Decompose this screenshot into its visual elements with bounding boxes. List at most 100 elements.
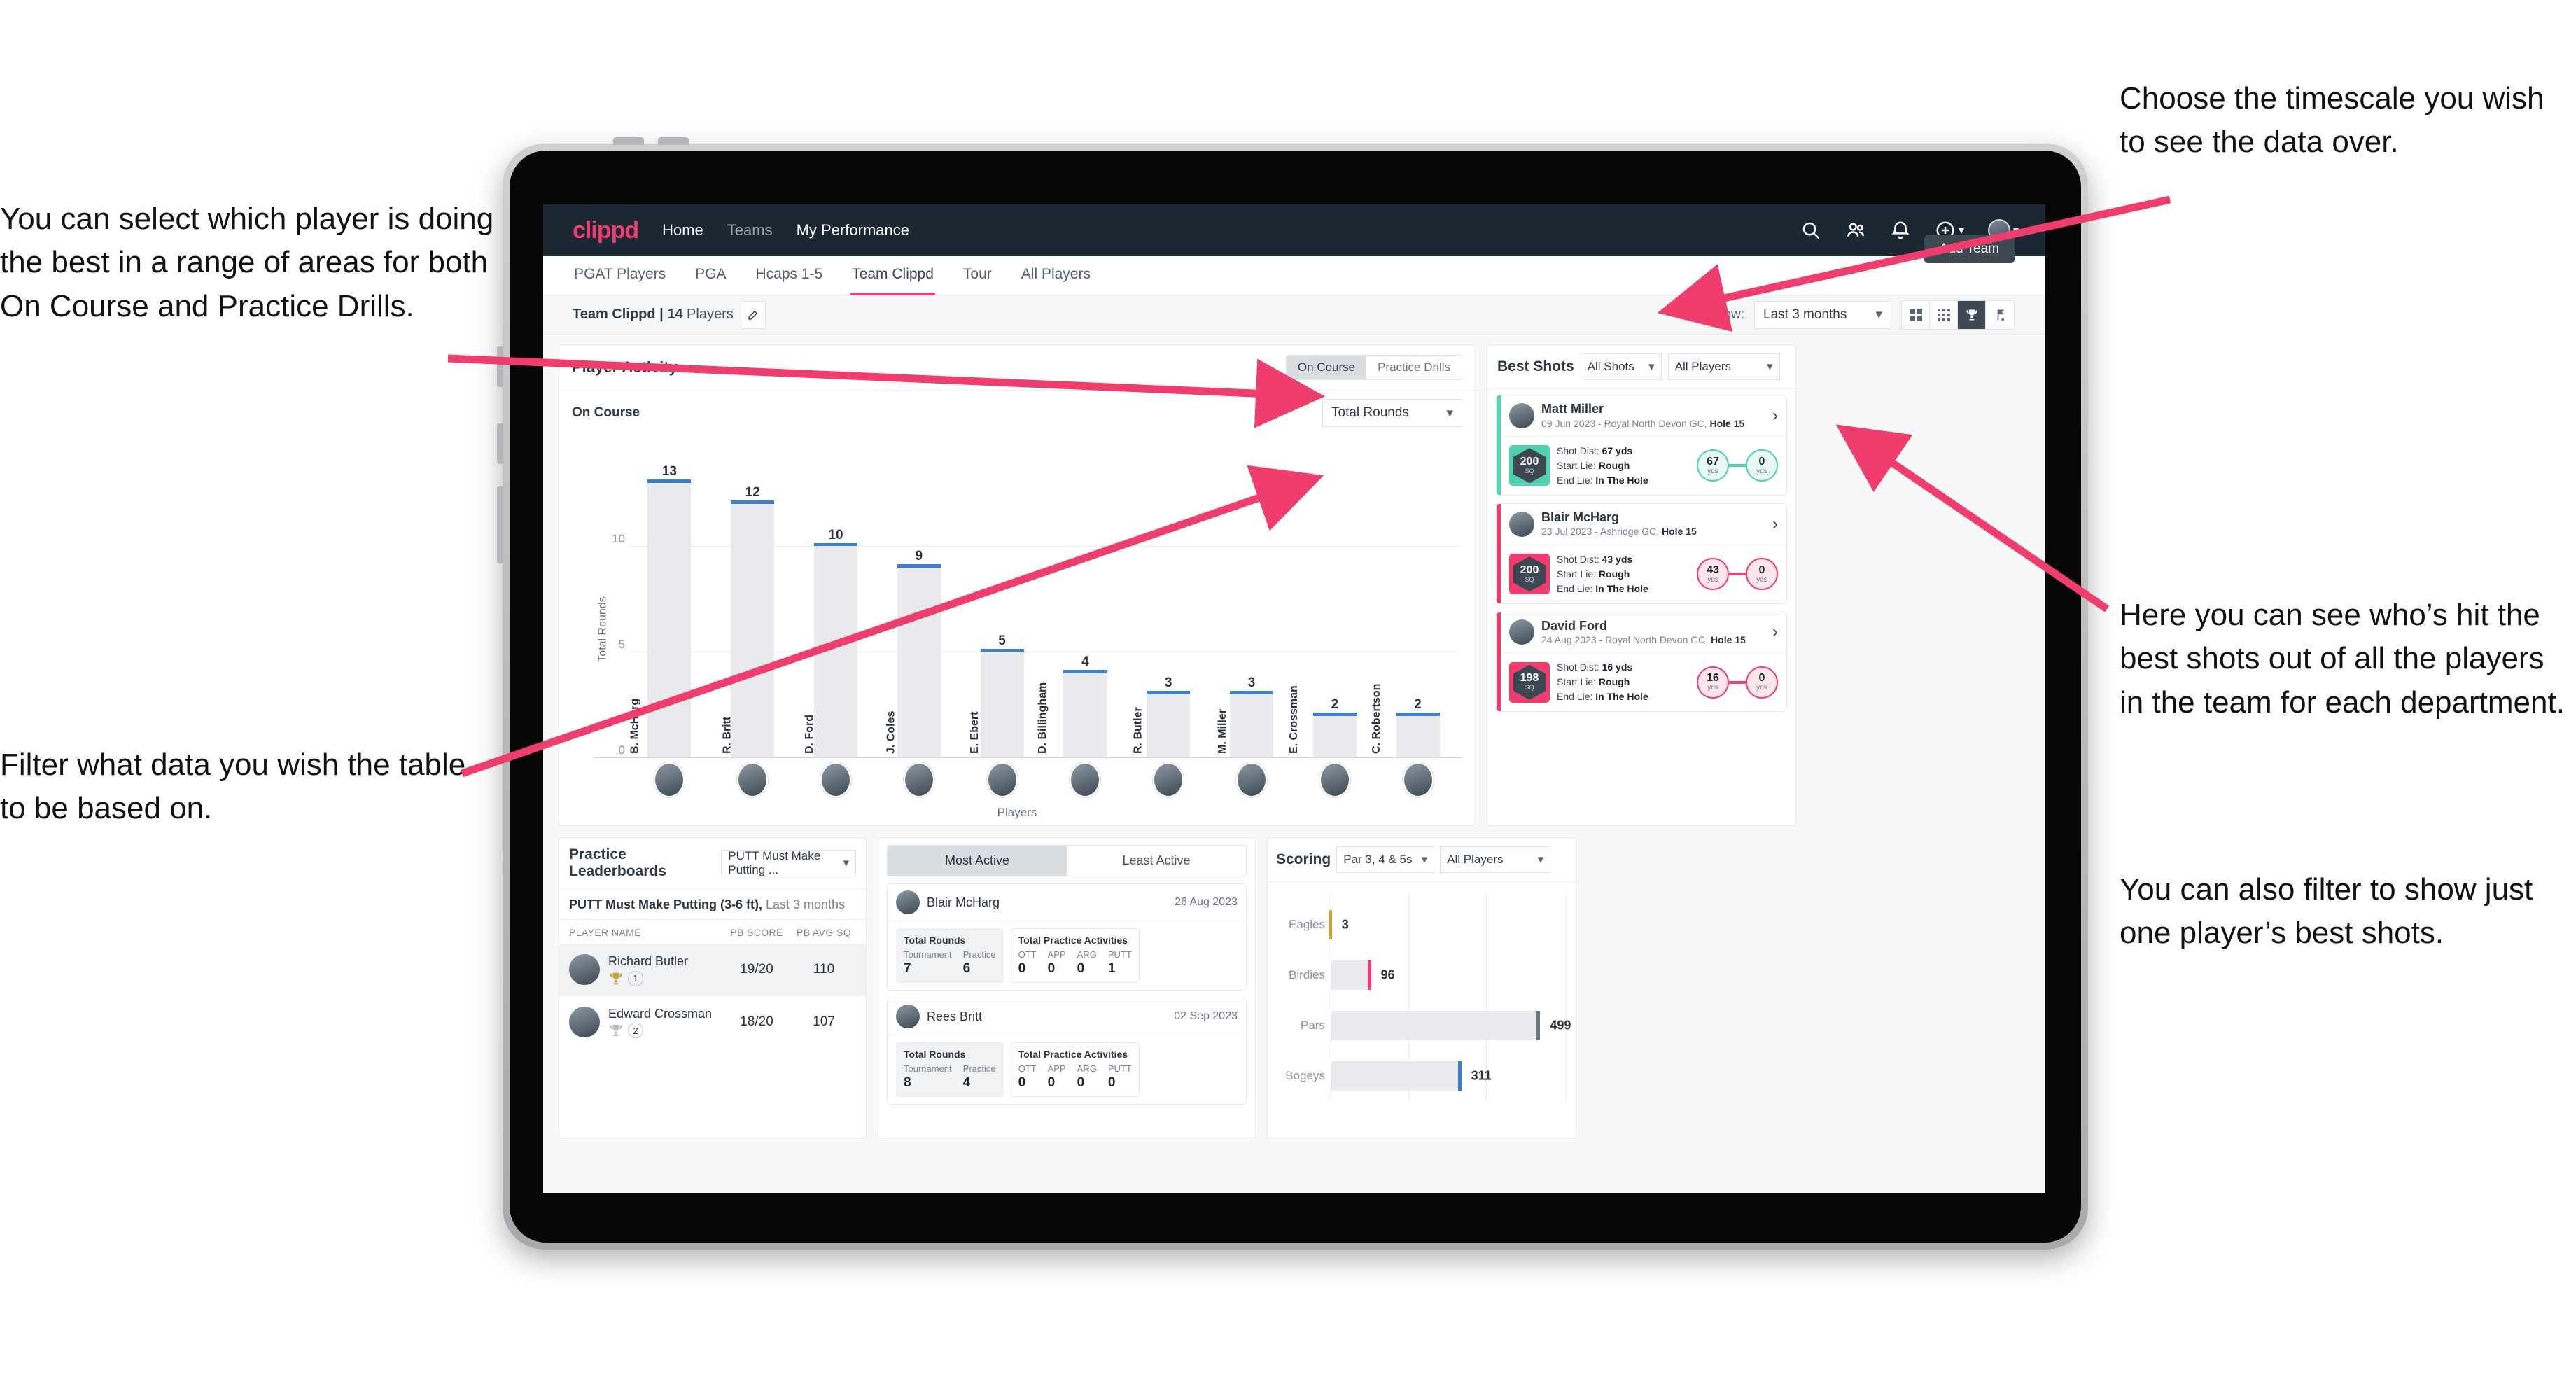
- scoring-bar-cap: [1367, 960, 1371, 990]
- chart-bar-group[interactable]: 2 E. Crossman: [1288, 462, 1376, 758]
- grid-large-icon-button[interactable]: [1902, 300, 1930, 329]
- tab-pgat-players[interactable]: PGAT Players: [573, 266, 667, 286]
- drill-select[interactable]: PUTT Must Make Putting ... ▾: [721, 849, 856, 876]
- segment-on-course[interactable]: On Course: [1286, 356, 1367, 379]
- trophy-icon-button[interactable]: [1958, 300, 1986, 329]
- chart-bar-group[interactable]: 2 C. Robertson: [1370, 462, 1460, 758]
- best-shot-item[interactable]: Matt Miller 09 Jun 2023 - Royal North Dev…: [1496, 395, 1787, 496]
- search-icon[interactable]: [1800, 220, 1821, 241]
- end-distance: 0 yds: [1746, 666, 1778, 699]
- side-button-b: [497, 424, 503, 464]
- nav-link-teams[interactable]: Teams: [727, 221, 773, 239]
- nav-link-my-performance[interactable]: My Performance: [797, 221, 909, 239]
- tab-hcaps-1-5[interactable]: Hcaps 1-5: [754, 266, 824, 286]
- chart-bar-label: E. Crossman: [1287, 685, 1300, 754]
- best-shots-header: Best Shots All Shots ▾ All Players ▾: [1488, 345, 1795, 389]
- segment-practice-drills[interactable]: Practice Drills: [1366, 356, 1462, 379]
- chart-bar[interactable]: M. Miller: [1217, 691, 1273, 758]
- flag-icon-button[interactable]: [1986, 301, 2014, 329]
- scoring-par-filter[interactable]: Par 3, 4 & 5s ▾: [1336, 846, 1435, 873]
- chart-bar-group[interactable]: 12 R. Britt: [711, 462, 794, 758]
- metric-select[interactable]: Total Rounds ▾: [1322, 399, 1462, 427]
- clippd-logo[interactable]: clippd: [573, 217, 639, 244]
- chevron-right-icon[interactable]: ›: [1772, 622, 1778, 642]
- stat-key: Tournament: [904, 949, 952, 960]
- player-avatar[interactable]: [1210, 762, 1294, 797]
- scoring-player-filter[interactable]: All Players ▾: [1440, 846, 1551, 873]
- tab-least-active[interactable]: Least Active: [1067, 846, 1246, 876]
- bell-icon[interactable]: [1890, 220, 1911, 241]
- chart-bar-group[interactable]: 9 J. Coles: [877, 462, 960, 758]
- chart-bar[interactable]: D. Billingham: [1037, 670, 1107, 758]
- total-rounds-title: Total Rounds: [904, 1049, 966, 1060]
- best-shot-item[interactable]: Blair McHarg 23 Jul 2023 - Ashridge GC, H…: [1496, 503, 1787, 604]
- scoring-bar-row[interactable]: Eagles 3: [1289, 910, 1566, 939]
- activity-card-header: Blair McHarg 26 Aug 2023: [888, 884, 1246, 921]
- sq-tile: 200 SQ: [1509, 445, 1550, 486]
- practice-leaderboards-header: Practice Leaderboards PUTT Must Make Put…: [559, 838, 866, 889]
- scoring-bar-row[interactable]: Bogeys 311: [1285, 1061, 1566, 1091]
- table-row[interactable]: Edward Crossman 2 18/20 107: [559, 996, 866, 1049]
- best-shots-player-filter[interactable]: All Players ▾: [1667, 354, 1780, 380]
- player-avatar[interactable]: [1376, 762, 1460, 797]
- tab-most-active[interactable]: Most Active: [888, 846, 1067, 876]
- chart-bar-group[interactable]: 13 B. McHarg: [628, 462, 711, 758]
- player-avatar[interactable]: [628, 762, 711, 797]
- chart-bar-group[interactable]: 10 D. Ford: [794, 462, 878, 758]
- chart-bar-group[interactable]: 3 M. Miller: [1210, 462, 1294, 758]
- volume-button-down: [658, 137, 689, 145]
- on-course-label: On Course: [572, 405, 640, 420]
- player-avatar[interactable]: [1293, 762, 1376, 797]
- chart-bar[interactable]: E. Ebert: [968, 648, 1024, 758]
- annotation-right-top: Choose the timescale you wish to see the…: [2120, 81, 2544, 160]
- chart-bar[interactable]: C. Robertson: [1370, 684, 1440, 758]
- player-avatar[interactable]: [1127, 762, 1210, 797]
- chart-bar-value: 2: [1331, 696, 1339, 712]
- chart-bar-label: M. Miller: [1216, 708, 1228, 754]
- practice-activities-box: Total Practice Activities OTT 0 APP 0 ARG 0 PUT…: [1010, 1042, 1140, 1097]
- tab-tour[interactable]: Tour: [962, 266, 993, 286]
- chevron-right-icon[interactable]: ›: [1772, 514, 1778, 534]
- practice-activities-title: Total Practice Activities: [1018, 1049, 1128, 1060]
- player-avatar[interactable]: [960, 762, 1044, 797]
- end-distance: 0 yds: [1746, 558, 1778, 591]
- chart-bars: 13 B. McHarg 12 R. Britt 10 D. Ford 9 J. Coles 5…: [628, 462, 1460, 758]
- scoring-bar-row[interactable]: Birdies 96: [1289, 960, 1566, 990]
- trophy-icon: [610, 972, 622, 984]
- pb-score: 18/20: [740, 1014, 774, 1029]
- grid-small-icon-button[interactable]: [1930, 300, 1958, 329]
- scoring-bar-row[interactable]: Pars 499: [1301, 1011, 1571, 1040]
- activity-card[interactable]: Blair McHarg 26 Aug 2023 Total Rounds Tourn…: [887, 883, 1247, 990]
- chevron-right-icon[interactable]: ›: [1772, 406, 1778, 426]
- stat-value: 4: [962, 1075, 971, 1090]
- best-shots-shot-filter[interactable]: All Shots ▾: [1580, 354, 1662, 380]
- add-team-button[interactable]: Add Team: [1924, 235, 2015, 263]
- chart-bar[interactable]: R. Britt: [722, 500, 775, 758]
- best-shot-body: 200 SQ Shot Dist: 67 yds Start Lie: Rough En…: [1497, 437, 1786, 495]
- nav-link-home[interactable]: Home: [662, 221, 704, 239]
- people-icon[interactable]: [1845, 220, 1866, 241]
- chart-bar-group[interactable]: 3 R. Butler: [1127, 462, 1210, 758]
- chart-bar[interactable]: E. Crossman: [1288, 685, 1357, 758]
- chart-bar[interactable]: B. McHarg: [629, 479, 692, 758]
- chart-bar-group[interactable]: 4 D. Billingham: [1037, 462, 1127, 758]
- activity-card[interactable]: Rees Britt 02 Sep 2023 Total Rounds Tournam…: [887, 997, 1247, 1105]
- best-shot-item[interactable]: David Ford 24 Aug 2023 - Royal North Devo…: [1496, 611, 1787, 713]
- scoring-category-label: Birdies: [1289, 968, 1325, 981]
- chart-bar[interactable]: R. Butler: [1133, 691, 1191, 758]
- table-row[interactable]: Richard Butler 1 19/20 110: [559, 944, 866, 996]
- player-avatar[interactable]: [794, 762, 878, 797]
- chart-bar-group[interactable]: 5 E. Ebert: [960, 462, 1044, 758]
- tab-pga[interactable]: PGA: [694, 266, 727, 286]
- edit-team-button[interactable]: [740, 300, 766, 329]
- timescale-select[interactable]: Last 3 months ▾: [1754, 300, 1891, 329]
- player-avatar[interactable]: [1044, 762, 1127, 797]
- tab-all-players[interactable]: All Players: [1020, 266, 1092, 286]
- best-shots-list: Matt Miller 09 Jun 2023 - Royal North Dev…: [1488, 389, 1795, 718]
- scoring-player-value: All Players: [1447, 853, 1504, 866]
- chart-bar[interactable]: J. Coles: [885, 564, 941, 758]
- player-avatar[interactable]: [711, 762, 794, 797]
- player-avatar[interactable]: [877, 762, 960, 797]
- tab-team-clippd[interactable]: Team Clippd: [850, 266, 935, 295]
- best-shots-card: Best Shots All Shots ▾ All Players ▾ Mat…: [1487, 344, 1796, 826]
